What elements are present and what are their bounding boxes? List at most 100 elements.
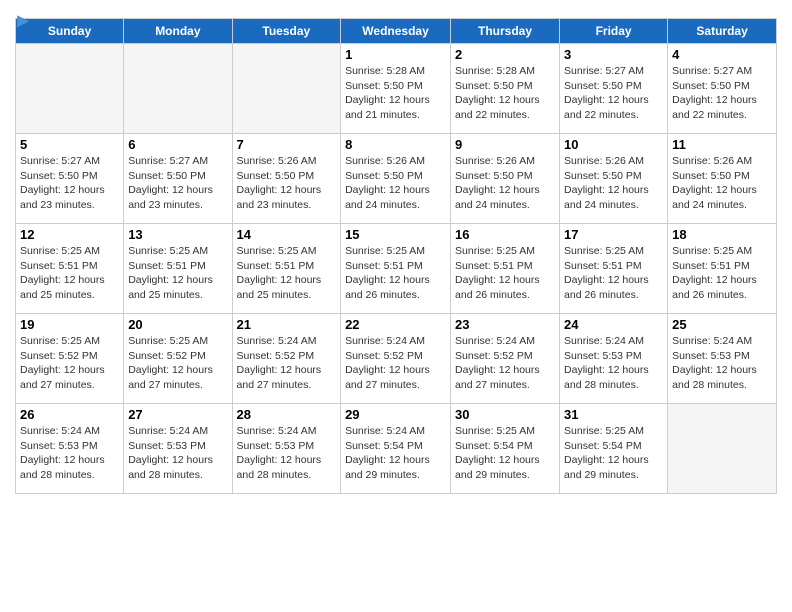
table-row: 25 Sunrise: 5:24 AM Sunset: 5:53 PM Dayli… bbox=[668, 314, 777, 404]
date-number: 2 bbox=[455, 47, 555, 62]
cell-info: Sunrise: 5:27 AM Sunset: 5:50 PM Dayligh… bbox=[128, 154, 227, 213]
cell-info: Sunrise: 5:26 AM Sunset: 5:50 PM Dayligh… bbox=[672, 154, 772, 213]
table-row: 17 Sunrise: 5:25 AM Sunset: 5:51 PM Dayli… bbox=[560, 224, 668, 314]
table-row: 1 Sunrise: 5:28 AM Sunset: 5:50 PM Daylig… bbox=[341, 44, 451, 134]
date-number: 9 bbox=[455, 137, 555, 152]
cell-info: Sunrise: 5:26 AM Sunset: 5:50 PM Dayligh… bbox=[237, 154, 337, 213]
table-row: 14 Sunrise: 5:25 AM Sunset: 5:51 PM Dayli… bbox=[232, 224, 341, 314]
date-number: 18 bbox=[672, 227, 772, 242]
date-number: 5 bbox=[20, 137, 119, 152]
table-row: 27 Sunrise: 5:24 AM Sunset: 5:53 PM Dayli… bbox=[124, 404, 232, 494]
cell-info: Sunrise: 5:26 AM Sunset: 5:50 PM Dayligh… bbox=[345, 154, 446, 213]
date-number: 13 bbox=[128, 227, 227, 242]
table-row: 30 Sunrise: 5:25 AM Sunset: 5:54 PM Dayli… bbox=[451, 404, 560, 494]
cell-info: Sunrise: 5:25 AM Sunset: 5:51 PM Dayligh… bbox=[345, 244, 446, 303]
cell-info: Sunrise: 5:25 AM Sunset: 5:51 PM Dayligh… bbox=[672, 244, 772, 303]
cell-info: Sunrise: 5:24 AM Sunset: 5:52 PM Dayligh… bbox=[455, 334, 555, 393]
table-row: 18 Sunrise: 5:25 AM Sunset: 5:51 PM Dayli… bbox=[668, 224, 777, 314]
cell-info: Sunrise: 5:24 AM Sunset: 5:54 PM Dayligh… bbox=[345, 424, 446, 483]
table-row: 2 Sunrise: 5:28 AM Sunset: 5:50 PM Daylig… bbox=[451, 44, 560, 134]
cell-info: Sunrise: 5:25 AM Sunset: 5:51 PM Dayligh… bbox=[564, 244, 663, 303]
cell-info: Sunrise: 5:25 AM Sunset: 5:54 PM Dayligh… bbox=[455, 424, 555, 483]
table-row: 4 Sunrise: 5:27 AM Sunset: 5:50 PM Daylig… bbox=[668, 44, 777, 134]
table-row: 23 Sunrise: 5:24 AM Sunset: 5:52 PM Dayli… bbox=[451, 314, 560, 404]
cell-info: Sunrise: 5:27 AM Sunset: 5:50 PM Dayligh… bbox=[672, 64, 772, 123]
table-row bbox=[16, 44, 124, 134]
date-number: 10 bbox=[564, 137, 663, 152]
cell-info: Sunrise: 5:25 AM Sunset: 5:51 PM Dayligh… bbox=[20, 244, 119, 303]
date-number: 3 bbox=[564, 47, 663, 62]
cell-info: Sunrise: 5:25 AM Sunset: 5:51 PM Dayligh… bbox=[237, 244, 337, 303]
table-row: 16 Sunrise: 5:25 AM Sunset: 5:51 PM Dayli… bbox=[451, 224, 560, 314]
date-number: 21 bbox=[237, 317, 337, 332]
day-header-monday: Monday bbox=[124, 19, 232, 44]
table-row: 11 Sunrise: 5:26 AM Sunset: 5:50 PM Dayli… bbox=[668, 134, 777, 224]
date-number: 23 bbox=[455, 317, 555, 332]
table-row: 13 Sunrise: 5:25 AM Sunset: 5:51 PM Dayli… bbox=[124, 224, 232, 314]
table-row bbox=[232, 44, 341, 134]
table-row: 8 Sunrise: 5:26 AM Sunset: 5:50 PM Daylig… bbox=[341, 134, 451, 224]
day-header-tuesday: Tuesday bbox=[232, 19, 341, 44]
cell-info: Sunrise: 5:25 AM Sunset: 5:51 PM Dayligh… bbox=[128, 244, 227, 303]
date-number: 20 bbox=[128, 317, 227, 332]
date-number: 24 bbox=[564, 317, 663, 332]
cell-info: Sunrise: 5:24 AM Sunset: 5:52 PM Dayligh… bbox=[237, 334, 337, 393]
date-number: 14 bbox=[237, 227, 337, 242]
cell-info: Sunrise: 5:24 AM Sunset: 5:53 PM Dayligh… bbox=[20, 424, 119, 483]
date-number: 4 bbox=[672, 47, 772, 62]
table-row: 6 Sunrise: 5:27 AM Sunset: 5:50 PM Daylig… bbox=[124, 134, 232, 224]
page: ► SundayMondayTuesdayWednesdayThursdayFr… bbox=[0, 0, 792, 504]
cell-info: Sunrise: 5:27 AM Sunset: 5:50 PM Dayligh… bbox=[564, 64, 663, 123]
date-number: 8 bbox=[345, 137, 446, 152]
date-number: 30 bbox=[455, 407, 555, 422]
date-number: 27 bbox=[128, 407, 227, 422]
cell-info: Sunrise: 5:25 AM Sunset: 5:52 PM Dayligh… bbox=[128, 334, 227, 393]
cell-info: Sunrise: 5:24 AM Sunset: 5:53 PM Dayligh… bbox=[564, 334, 663, 393]
table-row: 12 Sunrise: 5:25 AM Sunset: 5:51 PM Dayli… bbox=[16, 224, 124, 314]
date-number: 7 bbox=[237, 137, 337, 152]
day-header-wednesday: Wednesday bbox=[341, 19, 451, 44]
date-number: 11 bbox=[672, 137, 772, 152]
date-number: 28 bbox=[237, 407, 337, 422]
cell-info: Sunrise: 5:25 AM Sunset: 5:52 PM Dayligh… bbox=[20, 334, 119, 393]
cell-info: Sunrise: 5:24 AM Sunset: 5:53 PM Dayligh… bbox=[672, 334, 772, 393]
day-header-saturday: Saturday bbox=[668, 19, 777, 44]
date-number: 6 bbox=[128, 137, 227, 152]
date-number: 22 bbox=[345, 317, 446, 332]
table-row: 7 Sunrise: 5:26 AM Sunset: 5:50 PM Daylig… bbox=[232, 134, 341, 224]
date-number: 16 bbox=[455, 227, 555, 242]
table-row: 9 Sunrise: 5:26 AM Sunset: 5:50 PM Daylig… bbox=[451, 134, 560, 224]
date-number: 1 bbox=[345, 47, 446, 62]
table-row: 24 Sunrise: 5:24 AM Sunset: 5:53 PM Dayli… bbox=[560, 314, 668, 404]
calendar-table: SundayMondayTuesdayWednesdayThursdayFrid… bbox=[15, 18, 777, 494]
cell-info: Sunrise: 5:24 AM Sunset: 5:53 PM Dayligh… bbox=[128, 424, 227, 483]
table-row: 22 Sunrise: 5:24 AM Sunset: 5:52 PM Dayli… bbox=[341, 314, 451, 404]
cell-info: Sunrise: 5:25 AM Sunset: 5:54 PM Dayligh… bbox=[564, 424, 663, 483]
table-row: 21 Sunrise: 5:24 AM Sunset: 5:52 PM Dayli… bbox=[232, 314, 341, 404]
date-number: 25 bbox=[672, 317, 772, 332]
cell-info: Sunrise: 5:26 AM Sunset: 5:50 PM Dayligh… bbox=[564, 154, 663, 213]
table-row: 5Sunrise: 5:27 AM Sunset: 5:50 PM Daylig… bbox=[16, 134, 124, 224]
table-row: 10 Sunrise: 5:26 AM Sunset: 5:50 PM Dayli… bbox=[560, 134, 668, 224]
cell-info: Sunrise: 5:28 AM Sunset: 5:50 PM Dayligh… bbox=[345, 64, 446, 123]
cell-info: Sunrise: 5:24 AM Sunset: 5:53 PM Dayligh… bbox=[237, 424, 337, 483]
date-number: 19 bbox=[20, 317, 119, 332]
table-row: 20 Sunrise: 5:25 AM Sunset: 5:52 PM Dayli… bbox=[124, 314, 232, 404]
cell-info: Sunrise: 5:25 AM Sunset: 5:51 PM Dayligh… bbox=[455, 244, 555, 303]
table-row: 15 Sunrise: 5:25 AM Sunset: 5:51 PM Dayli… bbox=[341, 224, 451, 314]
cell-info: Sunrise: 5:24 AM Sunset: 5:52 PM Dayligh… bbox=[345, 334, 446, 393]
table-row: 29Sunrise: 5:24 AM Sunset: 5:54 PM Dayli… bbox=[341, 404, 451, 494]
table-row: 3 Sunrise: 5:27 AM Sunset: 5:50 PM Daylig… bbox=[560, 44, 668, 134]
cell-info: Sunrise: 5:28 AM Sunset: 5:50 PM Dayligh… bbox=[455, 64, 555, 123]
day-header-thursday: Thursday bbox=[451, 19, 560, 44]
cell-info: Sunrise: 5:26 AM Sunset: 5:50 PM Dayligh… bbox=[455, 154, 555, 213]
table-row: 19 Sunrise: 5:25 AM Sunset: 5:52 PM Dayli… bbox=[16, 314, 124, 404]
logo-icon: ► bbox=[13, 10, 33, 33]
date-number: 15 bbox=[345, 227, 446, 242]
date-number: 17 bbox=[564, 227, 663, 242]
table-row bbox=[668, 404, 777, 494]
table-row: 31Sunrise: 5:25 AM Sunset: 5:54 PM Dayli… bbox=[560, 404, 668, 494]
table-row: 26Sunrise: 5:24 AM Sunset: 5:53 PM Dayli… bbox=[16, 404, 124, 494]
date-number: 12 bbox=[20, 227, 119, 242]
table-row bbox=[124, 44, 232, 134]
